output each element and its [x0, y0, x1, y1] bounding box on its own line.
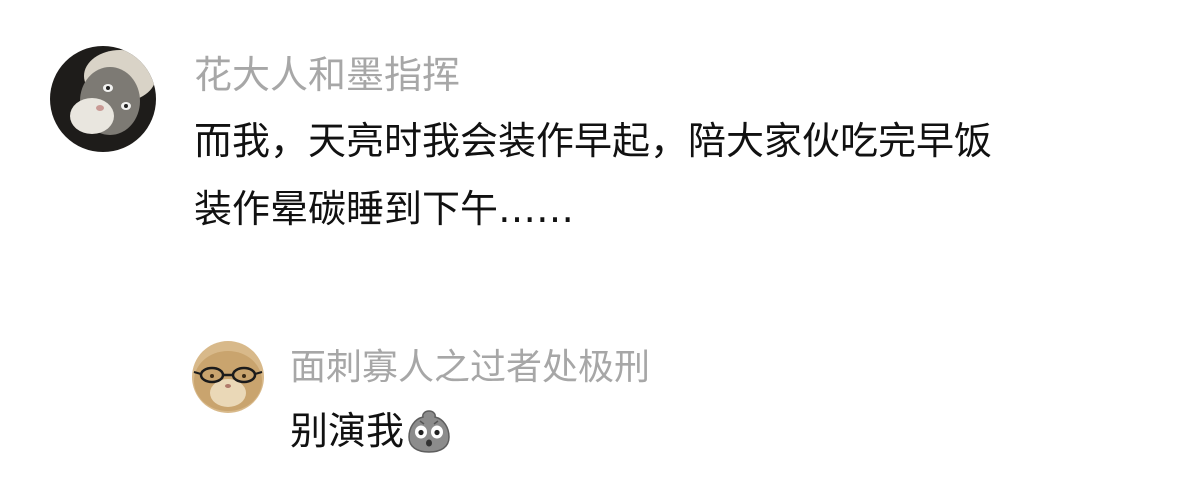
reply-text-content: 别演我	[290, 409, 405, 453]
username[interactable]: 面刺寡人之过者处极刑	[290, 346, 650, 390]
reply-text: 别演我	[290, 408, 452, 454]
comment-text-line: 装作晕碳睡到下午……	[194, 187, 575, 231]
avatar[interactable]	[50, 46, 156, 152]
username[interactable]: 花大人和墨指挥	[194, 52, 460, 98]
grimace-rock-emoji-icon	[406, 408, 452, 454]
avatar[interactable]	[192, 341, 264, 413]
comment-text-line: 而我，天亮时我会装作早起，陪大家伙吃完早饭	[194, 119, 993, 163]
